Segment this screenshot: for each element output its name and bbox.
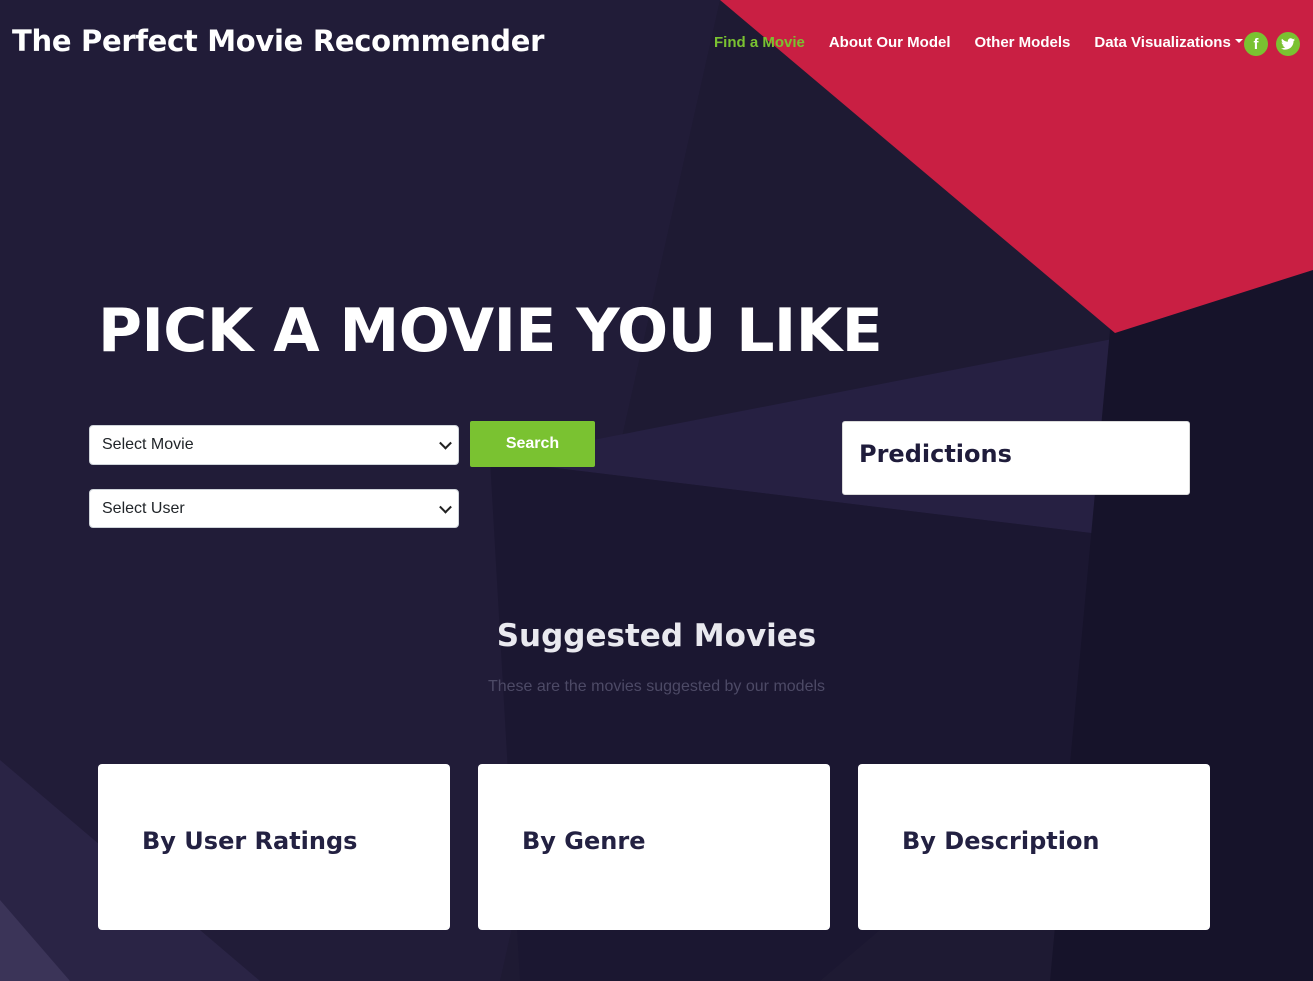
card-by-user-ratings[interactable]: By User Ratings: [98, 764, 450, 930]
main-nav: Find a Movie About Our Model Other Model…: [714, 34, 1267, 51]
hero-title: PICK A MOVIE YOU LIKE: [98, 296, 883, 366]
nav-item-data-visualizations-label: Data Visualizations: [1094, 34, 1231, 51]
card-title: By User Ratings: [142, 827, 358, 855]
suggested-movies-subtitle: These are the movies suggested by our mo…: [487, 678, 826, 695]
header: The Perfect Movie Recommender Find a Mov…: [0, 0, 1313, 88]
card-title: By Genre: [522, 827, 646, 855]
facebook-icon[interactable]: f: [1244, 32, 1268, 56]
card-title: By Description: [902, 827, 1100, 855]
predictions-title: Predictions: [859, 440, 1012, 468]
user-select-value: Select User: [102, 499, 185, 517]
predictions-panel: Predictions: [842, 421, 1190, 495]
suggested-movies-title: Suggested Movies: [496, 618, 817, 654]
card-by-description[interactable]: By Description: [858, 764, 1210, 930]
site-brand[interactable]: The Perfect Movie Recommender: [12, 24, 544, 58]
caret-down-icon: [1234, 39, 1243, 44]
nav-item-about-our-model[interactable]: About Our Model: [829, 34, 951, 51]
movie-select-value: Select Movie: [102, 436, 194, 453]
twitter-icon[interactable]: [1276, 32, 1300, 56]
chevron-down-icon: [439, 436, 452, 450]
page: The Perfect Movie Recommender Find a Mov…: [0, 0, 1313, 981]
movie-select[interactable]: Select Movie: [89, 425, 459, 465]
facebook-glyph: f: [1253, 35, 1259, 53]
card-by-genre[interactable]: By Genre: [478, 764, 830, 930]
search-button[interactable]: Search: [470, 421, 595, 467]
twitter-bird-icon: [1281, 38, 1295, 50]
nav-item-data-visualizations[interactable]: Data Visualizations: [1094, 34, 1243, 51]
nav-item-other-models[interactable]: Other Models: [975, 34, 1071, 51]
chevron-down-icon: [439, 500, 452, 514]
user-select[interactable]: Select User: [89, 489, 459, 528]
nav-item-find-a-movie[interactable]: Find a Movie: [714, 34, 805, 51]
